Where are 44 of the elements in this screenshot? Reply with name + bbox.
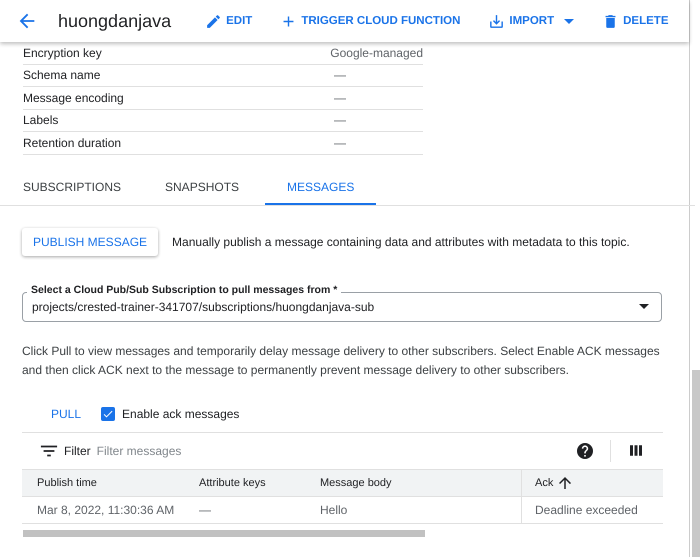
tab[interactable]: MESSAGES	[265, 170, 376, 204]
column-header[interactable]: Attribute keys	[199, 476, 266, 488]
checkbox[interactable]	[101, 406, 116, 420]
pull-button[interactable]: PULL	[51, 406, 82, 420]
publish-description: Manually publish a message containing data and attributes with metadata to this topic.	[172, 234, 630, 248]
column-header[interactable]: Message body	[320, 476, 392, 488]
select-value: projects/crested-trainer-341707/subscriptions/huongdanjava-sub	[32, 300, 374, 314]
column-header[interactable]: Publish time	[37, 476, 97, 488]
property-label: Encryption key	[23, 46, 103, 60]
tab[interactable]: SNAPSHOTS	[147, 170, 258, 204]
filter-input[interactable]: Filter messages	[96, 444, 477, 458]
filter-button[interactable]: Filter	[40, 442, 91, 460]
scrollbar[interactable]	[23, 530, 425, 536]
property-label: Retention duration	[23, 136, 122, 150]
action-button[interactable]: TRIGGER CLOUD FUNCTION	[280, 12, 460, 30]
tab[interactable]: SUBSCRIPTIONS	[5, 170, 140, 204]
help-icon	[577, 442, 593, 458]
checkbox-label: Enable ack messages	[122, 406, 240, 420]
action-button[interactable]: EDIT	[205, 12, 252, 30]
publish-message-button[interactable]: PUBLISH MESSAGE	[22, 228, 158, 256]
field-label: Select a Cloud Pub/Sub Subscription to pull messages from *	[27, 284, 342, 296]
property-value: —	[334, 113, 346, 128]
table-cell: Mar 8, 2022, 11:30:36 AM	[37, 502, 174, 516]
caret-icon	[564, 18, 574, 24]
column-display-icon	[630, 445, 642, 456]
property-value: —	[334, 136, 346, 150]
action-button[interactable]: DELETE	[602, 12, 668, 30]
table-cell: Deadline exceeded	[535, 502, 638, 516]
column-header[interactable]: Ack	[535, 476, 554, 488]
property-label: Labels	[23, 113, 60, 128]
page-title: huongdanjava	[58, 10, 172, 32]
property-label: Schema name	[23, 68, 102, 82]
table-cell: Hello	[320, 502, 348, 516]
property-value: —	[334, 68, 346, 82]
property-value: Google-managed	[330, 46, 423, 60]
download-icon	[488, 12, 506, 30]
dropdown-caret-icon	[639, 304, 649, 309]
table-cell: —	[199, 502, 211, 516]
pencil-icon	[205, 12, 222, 30]
help-text: Click Pull to view messages and temporarily delay message delivery to other subscribers. Select Enable ACK messages and then click ACK next to the message to permanently prevent message delivery to other subscribers.	[22, 342, 661, 378]
property-label: Message encoding	[23, 90, 125, 105]
property-value: —	[334, 90, 346, 105]
action-button[interactable]: IMPORT	[488, 12, 574, 30]
scrollbar[interactable]	[692, 370, 700, 557]
